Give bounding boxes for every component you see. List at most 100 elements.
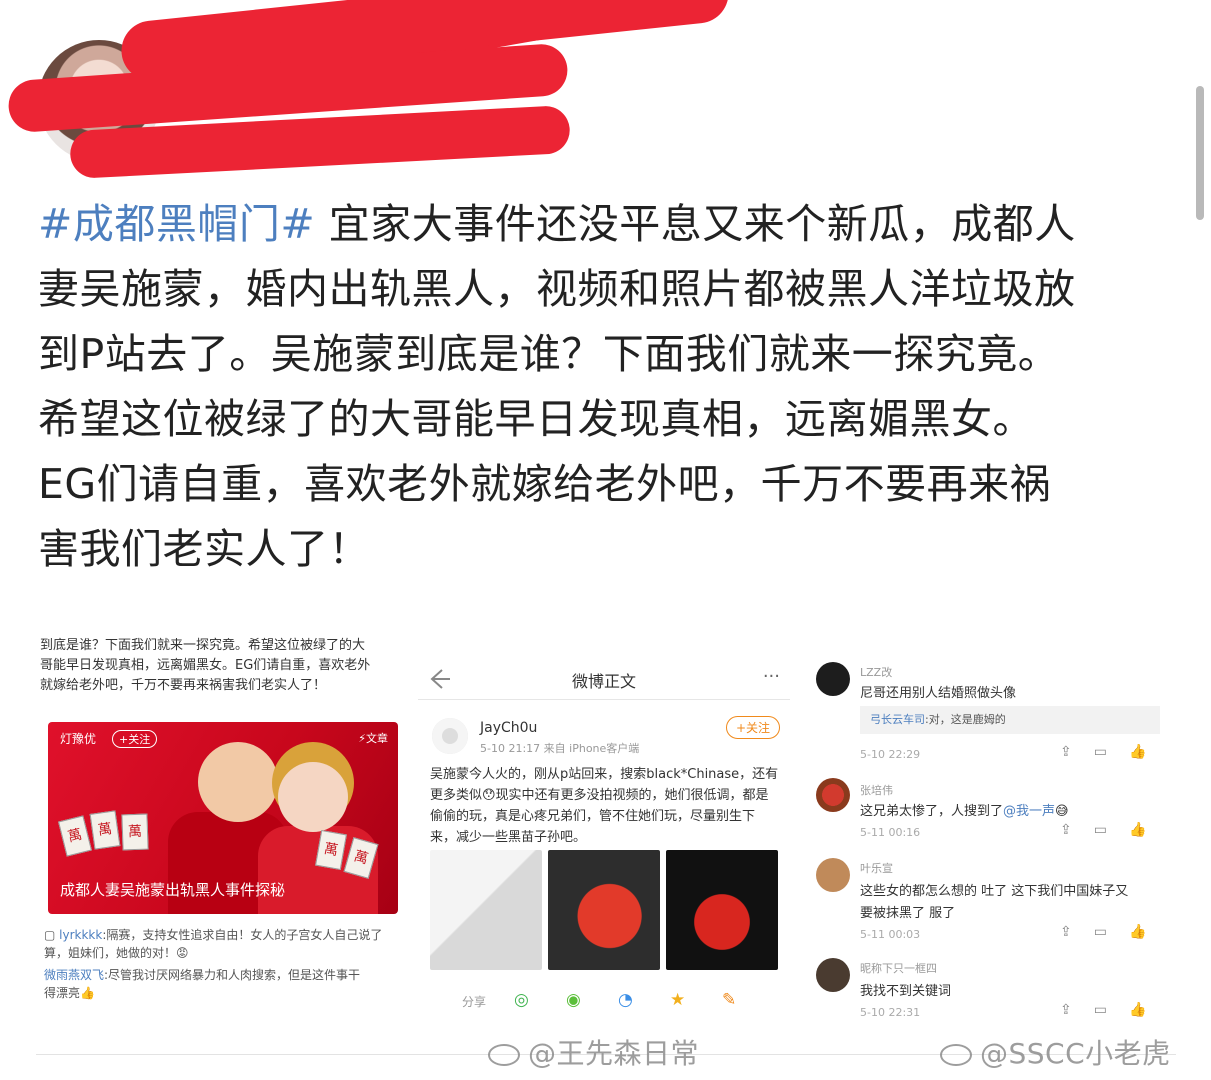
poster-avatar[interactable]	[432, 718, 468, 754]
watermark-text: @王先森日常	[528, 1037, 700, 1070]
image-thumbnail[interactable]	[666, 850, 778, 970]
lead-line: 哥能早日发现真相，远离媚黑女。EG们请自重，喜欢老外	[40, 658, 371, 673]
comment-line: 微雨燕双飞:尽管我讨厌网络暴力和人肉搜索，但是这件事干	[44, 966, 360, 984]
watermark: @王先森日常	[488, 1032, 699, 1072]
article-tag: ⚡文章	[358, 732, 388, 745]
post-line: #成都黑帽门# 宜家大事件还没平息又来个新瓜，成都人	[38, 192, 1188, 257]
article-author[interactable]: 灯豫优	[60, 730, 96, 747]
follow-button[interactable]: +关注	[112, 730, 158, 748]
lead-line: 到底是谁？下面我们就来一探究竟。希望这位被绿了的大	[40, 638, 366, 653]
reply-box[interactable]: 弓长云车司:对，这是鹿姆的	[860, 706, 1160, 734]
reply-nick[interactable]: 弓长云车司	[870, 713, 925, 726]
comment-text: 要被抹黑了 服了	[860, 906, 956, 921]
comment-time: 5-10 22:29	[860, 748, 921, 761]
nav-title: 微博正文	[571, 672, 636, 691]
follow-button[interactable]: +关注	[725, 716, 780, 739]
reply-icon[interactable]: ▭	[1094, 924, 1129, 940]
avatar[interactable]	[816, 662, 850, 696]
edit-icon[interactable]: ✎	[722, 990, 736, 1010]
groom-face	[198, 742, 278, 822]
mahjong-tile: 萬	[58, 815, 92, 857]
share-icon[interactable]: ⇪	[1060, 744, 1094, 760]
poster-meta: 5-10 21:17 来自 iPhone客户端	[480, 742, 640, 755]
watermark-text: @SSCC小老虎	[980, 1037, 1171, 1070]
comment-text: 尼哥还用别人结婚照做头像	[860, 686, 1017, 701]
weibo-logo-icon	[940, 1044, 972, 1066]
article-screenshot: 到底是谁？下面我们就来一探究竟。希望这位被绿了的大 哥能早日发现真相，远离媚黑女…	[40, 636, 402, 1032]
star-icon[interactable]: ★	[670, 990, 685, 1010]
comment-line: ▢ lyrkkkk:隔赛，支持女性追求自由！女人的子宫女人自己说了	[44, 926, 382, 944]
post-header	[0, 0, 1211, 180]
bride-face	[278, 762, 348, 832]
image-thumbnail[interactable]	[548, 850, 660, 970]
article-card[interactable]: 萬 萬 萬 萬 萬 灯豫优 +关注 ⚡文章 成都人妻吴施蒙出轨黑人事件探秘	[48, 722, 398, 914]
reply-icon[interactable]: ▭	[1094, 1002, 1129, 1018]
article-caption: 成都人妻吴施蒙出轨黑人事件探秘	[60, 881, 286, 899]
comment-nick[interactable]: 昵称下只一框四	[860, 960, 937, 976]
reply-text: :对，这是鹿姆的	[925, 713, 1006, 726]
mahjong-tile: 萬	[121, 813, 149, 851]
comment-actions: ⇪▭👍	[1060, 744, 1168, 760]
post-line: EG们请自重，喜欢老外就嫁给老外吧，千万不要再来祸	[38, 460, 1052, 508]
comment-icon: ▢	[44, 928, 60, 942]
comment-text: 我找不到关键词	[860, 984, 952, 999]
comment-nick[interactable]: LZZ改	[860, 664, 892, 680]
avatar[interactable]	[816, 958, 850, 992]
share-label: 分享	[462, 995, 487, 1009]
share-icon[interactable]: ⇪	[1060, 924, 1094, 940]
lead-line: 就嫁给老外吧，千万不要再来祸害我们老实人了！	[40, 678, 327, 693]
comment-nick[interactable]: 叶乐宣	[860, 860, 893, 876]
weibo-logo-icon	[488, 1044, 520, 1066]
qq-icon[interactable]: ◔	[618, 990, 633, 1010]
reply-icon[interactable]: ▭	[1094, 744, 1129, 760]
weibo-screenshot: 微博正文 ··· JayCh0u 5-10 21:17 来自 iPhone客户端…	[418, 636, 790, 1032]
hashtag-link[interactable]: #成都黑帽门#	[38, 200, 315, 248]
comment-text: :隔赛，支持女性追求自由！女人的子宫女人自己说了	[102, 928, 383, 942]
post-text: #成都黑帽门# 宜家大事件还没平息又来个新瓜，成都人 妻吴施蒙，婚内出轨黑人，视…	[38, 192, 1188, 582]
comment-time: 5-11 00:03	[860, 928, 921, 941]
reply-icon[interactable]: ▭	[1094, 822, 1129, 838]
like-icon[interactable]: 👍	[1129, 744, 1168, 760]
post-line: 到P站去了。吴施蒙到底是谁？下面我们就来一探究竟。	[38, 330, 1060, 378]
emoji: 😅	[1055, 804, 1069, 819]
weibo-body: 吴施蒙今人火的，刚从p站回来，搜索black*Chinase，还有更多类似😯现实…	[430, 767, 779, 845]
avatar[interactable]	[816, 778, 850, 812]
embedded-screenshots[interactable]: 到底是谁？下面我们就来一探究竟。希望这位被绿了的大 哥能早日发现真相，远离媚黑女…	[40, 636, 1190, 1032]
share-icon[interactable]: ⇪	[1060, 1002, 1094, 1018]
comment-time: 5-11 00:16	[860, 826, 921, 839]
comment-actions: ⇪▭👍	[1060, 822, 1168, 838]
mahjong-tile: 萬	[89, 810, 121, 850]
like-icon[interactable]: 👍	[1129, 822, 1168, 838]
comment-nick[interactable]: 微雨燕双飞	[44, 968, 104, 982]
comment-text: 算，姐妹们，她做的对！😡	[44, 946, 189, 960]
comment-text: 得漂亮👍	[44, 986, 95, 1000]
more-icon[interactable]: ···	[763, 666, 780, 687]
post-line: 希望这位被绿了的大哥能早日发现真相，远离媚黑女。	[38, 395, 1034, 443]
comment-actions: ⇪▭👍	[1060, 924, 1168, 940]
share-row: 分享 ◎ ◉ ◔ ★ ✎	[462, 990, 772, 1014]
avatar[interactable]	[816, 858, 850, 892]
comment-text: :尽管我讨厌网络暴力和人肉搜索，但是这件事干	[104, 968, 361, 982]
image-thumbnail[interactable]	[430, 850, 542, 970]
poster-name[interactable]: JayCh0u	[480, 720, 537, 736]
like-icon[interactable]: 👍	[1129, 924, 1168, 940]
post-line: 妻吴施蒙，婚内出轨黑人，视频和照片都被黑人洋垃圾放	[38, 265, 1076, 313]
comments-screenshot: LZZ改 尼哥还用别人结婚照做头像 弓长云车司:对，这是鹿姆的 5-10 22:…	[810, 636, 1190, 1032]
comment-actions: ⇪▭👍	[1060, 1002, 1168, 1018]
post-line: 害我们老实人了！	[38, 525, 370, 573]
scrollbar[interactable]	[1196, 86, 1204, 220]
comment-text: 这兄弟太惨了，人搜到了@我一声😅	[860, 800, 1069, 819]
comment-time: 5-10 22:31	[860, 1006, 921, 1019]
comment-nick[interactable]: lyrkkkk	[59, 928, 102, 942]
navbar: 微博正文 ···	[418, 656, 790, 700]
like-icon[interactable]: 👍	[1129, 1002, 1168, 1018]
moments-icon[interactable]: ◉	[566, 990, 581, 1010]
share-icon[interactable]: ⇪	[1060, 822, 1094, 838]
wechat-icon[interactable]: ◎	[514, 990, 529, 1010]
watermark: @SSCC小老虎	[940, 1032, 1171, 1072]
article-comment: ▢ lyrkkkk:隔赛，支持女性追求自由！女人的子宫女人自己说了 算，姐妹们，…	[44, 926, 382, 962]
article-lead: 到底是谁？下面我们就来一探究竟。希望这位被绿了的大 哥能早日发现真相，远离媚黑女…	[40, 636, 402, 696]
mention-link[interactable]: @我一声	[1003, 804, 1055, 819]
article-comment: 微雨燕双飞:尽管我讨厌网络暴力和人肉搜索，但是这件事干 得漂亮👍	[44, 966, 360, 1002]
comment-nick[interactable]: 张培伟	[860, 782, 893, 798]
